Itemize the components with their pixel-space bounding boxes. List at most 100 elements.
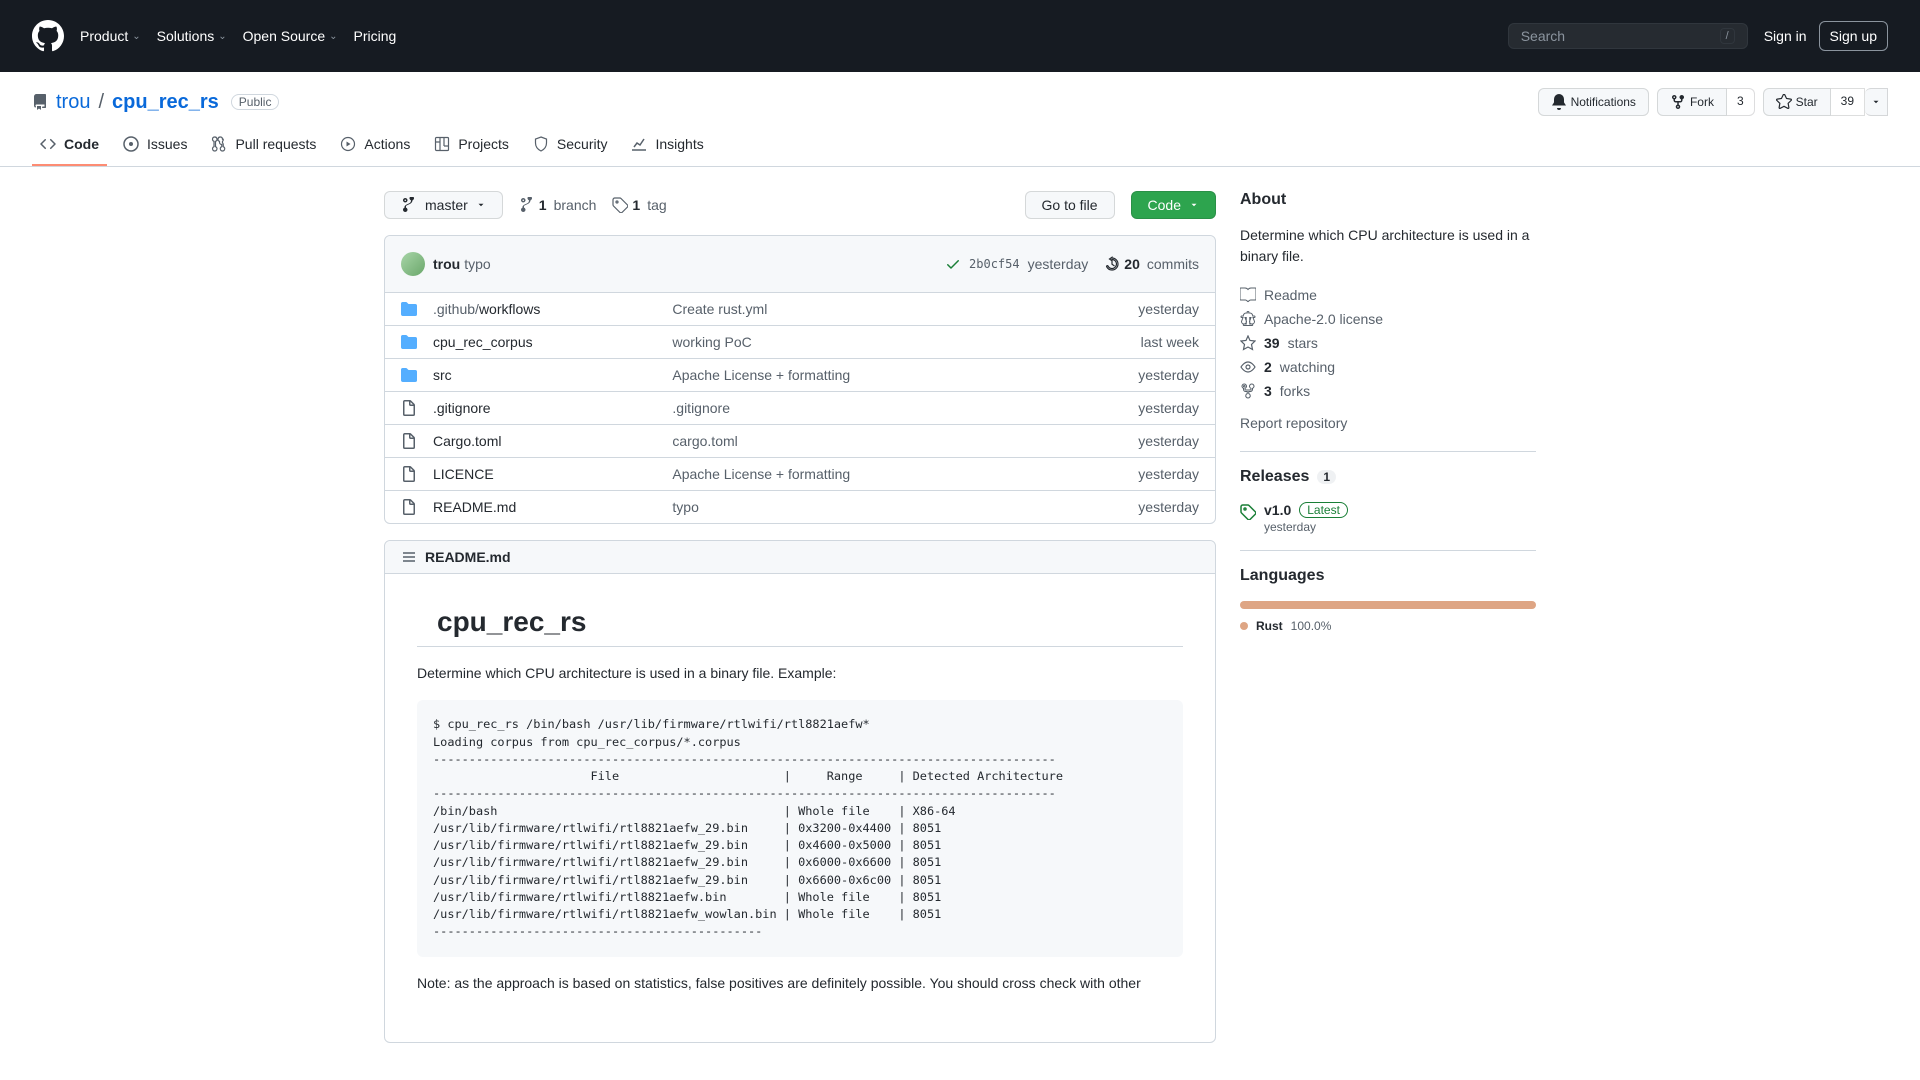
branch-icon [401, 197, 417, 213]
file-name[interactable]: .gitignore [433, 400, 672, 416]
file-icon [401, 466, 417, 482]
commit-header: trou typo 2b0cf54 yesterday 20commits [385, 236, 1215, 293]
github-logo[interactable] [32, 20, 64, 52]
forks-link[interactable]: 3 forks [1240, 379, 1536, 403]
file-row: .github/workflowsCreate rust.ymlyesterda… [385, 293, 1215, 326]
repo-title: trou / cpu_rec_rs Public [32, 91, 279, 114]
search-box[interactable]: / [1508, 23, 1748, 49]
file-name[interactable]: Cargo.toml [433, 433, 672, 449]
file-icon [401, 400, 417, 416]
branch-icon [519, 197, 535, 213]
file-name[interactable]: .github/workflows [433, 301, 672, 317]
file-icon [401, 433, 417, 449]
file-date: yesterday [1138, 367, 1199, 383]
latest-badge: Latest [1299, 502, 1348, 518]
file-name[interactable]: cpu_rec_corpus [433, 334, 672, 350]
stars-link[interactable]: 39 stars [1240, 331, 1536, 355]
file-row: .gitignore.gitignoreyesterday [385, 392, 1215, 425]
about-section: About Determine which CPU architecture i… [1240, 191, 1536, 452]
go-to-file-button[interactable]: Go to file [1025, 191, 1115, 219]
tab-pulls[interactable]: Pull requests [203, 128, 324, 166]
file-commit-msg[interactable]: Create rust.yml [672, 301, 1138, 317]
tags-link[interactable]: 1tag [612, 197, 666, 213]
file-name[interactable]: README.md [433, 499, 672, 515]
caret-down-icon [476, 200, 486, 210]
star-button-group: Star 39 [1763, 88, 1888, 116]
fork-button[interactable]: Fork [1657, 88, 1727, 116]
tab-code[interactable]: Code [32, 128, 107, 166]
readme-filename[interactable]: README.md [425, 549, 511, 565]
folder-icon [401, 367, 417, 383]
nav-solutions[interactable]: Solutions⌄ [157, 28, 227, 44]
file-name[interactable]: src [433, 367, 672, 383]
commits-link[interactable]: 20commits [1104, 256, 1199, 272]
language-bar[interactable] [1240, 601, 1536, 609]
checks-status-icon[interactable] [945, 256, 961, 272]
star-dropdown[interactable] [1865, 88, 1888, 116]
code-dropdown-button[interactable]: Code [1131, 191, 1216, 219]
readme-header: README.md [385, 541, 1215, 574]
file-commit-msg[interactable]: cargo.toml [672, 433, 1138, 449]
search-input[interactable] [1521, 28, 1720, 44]
tab-insights[interactable]: Insights [623, 128, 711, 166]
tab-actions[interactable]: Actions [332, 128, 418, 166]
folder-icon [401, 301, 417, 317]
release-date: yesterday [1264, 520, 1348, 534]
file-commit-msg[interactable]: Apache License + formatting [672, 367, 1138, 383]
release-item[interactable]: v1.0Latest yesterday [1240, 502, 1536, 534]
readme-code-block: $ cpu_rec_rs /bin/bash /usr/lib/firmware… [417, 700, 1183, 956]
owner-link[interactable]: trou [56, 91, 90, 114]
license-link[interactable]: Apache-2.0 license [1240, 307, 1536, 331]
readme-body: cpu_rec_rs Determine which CPU architect… [385, 574, 1215, 1042]
notifications-button[interactable]: Notifications [1538, 88, 1649, 116]
project-icon [434, 136, 450, 152]
file-row: cpu_rec_corpusworking PoClast week [385, 326, 1215, 359]
commit-author[interactable]: trou [433, 256, 460, 272]
branch-selector[interactable]: master [384, 191, 503, 219]
watching-link[interactable]: 2 watching [1240, 355, 1536, 379]
commit-sha[interactable]: 2b0cf54 [969, 257, 1020, 271]
repo-icon [32, 94, 48, 110]
chevron-down-icon: ⌄ [329, 31, 337, 42]
report-link[interactable]: Report repository [1240, 411, 1536, 435]
separator: / [98, 91, 104, 114]
repo-name-link[interactable]: cpu_rec_rs [112, 91, 219, 114]
star-button[interactable]: Star [1763, 88, 1831, 116]
releases-heading[interactable]: Releases1 [1240, 468, 1536, 486]
about-heading: About [1240, 191, 1536, 209]
nav-opensource[interactable]: Open Source⌄ [243, 28, 338, 44]
tab-projects[interactable]: Projects [426, 128, 517, 166]
file-date: last week [1141, 334, 1199, 350]
tab-issues[interactable]: Issues [115, 128, 195, 166]
star-count[interactable]: 39 [1831, 88, 1865, 116]
sign-in-link[interactable]: Sign in [1764, 28, 1807, 44]
languages-section: Languages Rust100.0% [1240, 567, 1536, 649]
commit-date: yesterday [1028, 256, 1089, 272]
file-icon [401, 499, 417, 515]
file-name[interactable]: LICENCE [433, 466, 672, 482]
file-commit-msg[interactable]: typo [672, 499, 1138, 515]
list-icon[interactable] [401, 549, 417, 565]
star-icon [1240, 335, 1256, 351]
sign-up-button[interactable]: Sign up [1819, 21, 1888, 51]
file-date: yesterday [1138, 499, 1199, 515]
fork-count[interactable]: 3 [1727, 88, 1755, 116]
file-date: yesterday [1138, 301, 1199, 317]
nav-links: Product⌄ Solutions⌄ Open Source⌄ Pricing [80, 28, 1508, 44]
file-commit-msg[interactable]: .gitignore [672, 400, 1138, 416]
main-content: master 1branch 1tag Go to file Code tr [384, 191, 1216, 1043]
avatar[interactable] [401, 252, 425, 276]
file-row: LICENCEApache License + formattingyester… [385, 458, 1215, 491]
releases-section: Releases1 v1.0Latest yesterday [1240, 468, 1536, 551]
tab-security[interactable]: Security [525, 128, 616, 166]
commit-message[interactable]: typo [464, 256, 490, 272]
file-list: trou typo 2b0cf54 yesterday 20commits .g… [384, 235, 1216, 524]
nav-product[interactable]: Product⌄ [80, 28, 141, 44]
readme-link[interactable]: Readme [1240, 283, 1536, 307]
nav-pricing[interactable]: Pricing [354, 28, 397, 44]
caret-down-icon [1189, 200, 1199, 210]
branches-link[interactable]: 1branch [519, 197, 597, 213]
file-commit-msg[interactable]: Apache License + formatting [672, 466, 1138, 482]
language-item[interactable]: Rust100.0% [1240, 619, 1331, 633]
file-commit-msg[interactable]: working PoC [672, 334, 1140, 350]
